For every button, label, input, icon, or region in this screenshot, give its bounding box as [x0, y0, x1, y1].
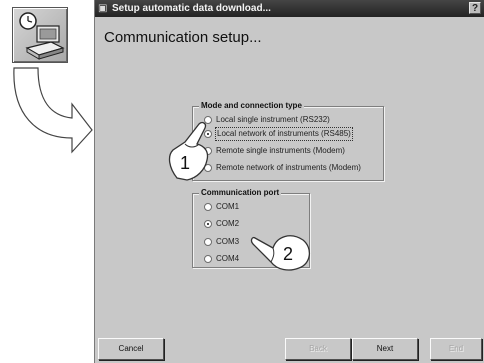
radio-button[interactable]	[204, 255, 212, 263]
software-app-icon	[12, 7, 68, 63]
radio-label: COM4	[216, 254, 240, 263]
radio-button-selected[interactable]	[204, 220, 212, 228]
mode-group-title: Mode and connection type	[199, 100, 304, 112]
radio-button[interactable]	[204, 238, 212, 246]
radio-label: Local network of instruments (RS485)	[215, 127, 353, 141]
setup-wizard-window: ▣ Setup automatic data download... ? Com…	[94, 0, 484, 363]
radio-label: Local single instrument (RS232)	[216, 115, 330, 124]
cancel-button[interactable]: Cancel	[98, 338, 164, 360]
radio-label: COM2	[216, 219, 240, 228]
radio-label: Remote network of instruments (Modem)	[216, 163, 361, 172]
radio-label: COM1	[216, 202, 240, 211]
step-2-pointer-hand: 2	[250, 235, 310, 271]
app-window-icon: ▣	[98, 3, 108, 14]
mode-connection-groupbox: Mode and connection type Local single in…	[192, 100, 384, 181]
next-button[interactable]: Next	[352, 338, 418, 360]
radio-button[interactable]	[204, 203, 212, 211]
title-bar: ▣ Setup automatic data download... ?	[95, 0, 484, 17]
radio-label: Remote single instruments (Modem)	[216, 146, 345, 155]
step-1-pointer-hand: 1	[168, 121, 209, 181]
window-title: Setup automatic data download...	[112, 3, 271, 14]
flow-arrow-graphic	[13, 67, 93, 154]
page-heading: Communication setup...	[104, 29, 262, 46]
step-1-number: 1	[180, 153, 190, 173]
port-group-title: Communication port	[199, 187, 282, 199]
radio-label: COM3	[216, 237, 240, 246]
end-button[interactable]: End	[430, 338, 482, 360]
help-button[interactable]: ?	[469, 2, 481, 14]
back-button[interactable]: Back	[285, 338, 351, 360]
step-2-number: 2	[283, 244, 293, 264]
